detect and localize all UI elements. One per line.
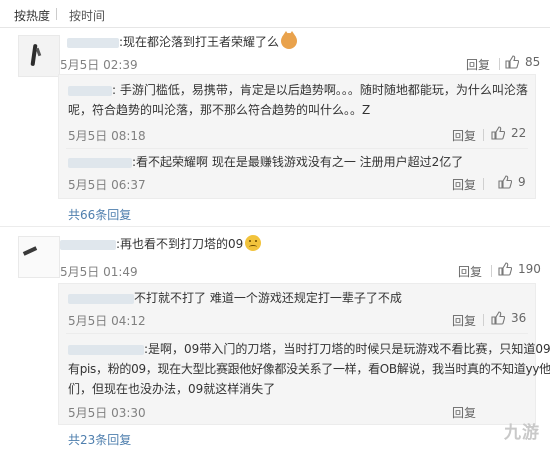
comment-time: 5月5日 02:39 (60, 58, 138, 72)
username[interactable] (68, 293, 134, 304)
cat-emoji-icon (281, 31, 298, 49)
sad-face-emoji-icon (245, 235, 262, 251)
divider (66, 148, 528, 149)
like-button[interactable]: 85 (505, 55, 540, 69)
sort-by-hot-tab[interactable]: 按热度 (14, 7, 50, 24)
reply-text: 不打就不打了 难道一个游戏还规定打一辈子了不成 (68, 289, 402, 307)
thumbs-up-icon (505, 55, 519, 69)
like-button[interactable]: 190 (498, 262, 541, 276)
avatar[interactable] (18, 35, 60, 77)
separator (491, 265, 492, 277)
comment-text: :再也看不到打刀塔的09 (60, 235, 262, 253)
like-count: 9 (518, 175, 526, 189)
reply-button[interactable]: 回复 (466, 56, 490, 73)
reply-text: : 手游门槛低，易携带，肯定是以后趋势啊。。。随时随地都能玩，为什么叫沦落 呢，… (68, 83, 528, 117)
sort-by-time-tab[interactable]: 按时间 (69, 7, 105, 24)
separator (483, 314, 484, 326)
reply-time: 5月5日 04:12 (68, 314, 146, 328)
separator (483, 178, 484, 190)
reply-time: 5月5日 08:18 (68, 129, 146, 143)
divider (66, 333, 528, 334)
sort-bar: 按热度 按时间 (0, 0, 550, 28)
sort-divider (56, 8, 57, 20)
comment-text: :现在都沦落到打王者荣耀了么 (67, 31, 298, 51)
reply-button[interactable]: 回复 (452, 312, 476, 329)
thumbs-up-icon (498, 262, 512, 276)
username[interactable] (68, 157, 132, 168)
more-replies-link[interactable]: 共66条回复 (68, 206, 131, 223)
like-count: 190 (518, 262, 541, 276)
username[interactable] (68, 85, 112, 96)
username[interactable] (68, 344, 144, 355)
like-button[interactable]: 36 (491, 311, 526, 325)
more-replies-link[interactable]: 共23条回复 (68, 431, 131, 448)
reply-button[interactable]: 回复 (452, 176, 476, 193)
like-count: 85 (525, 55, 541, 69)
separator (499, 58, 500, 70)
avatar[interactable] (18, 236, 60, 278)
like-button[interactable]: 9 (498, 175, 526, 189)
separator (483, 129, 484, 141)
reply-button[interactable]: 回复 (452, 404, 476, 421)
reply-button[interactable]: 回复 (452, 127, 476, 144)
reply-button[interactable]: 回复 (458, 263, 482, 280)
like-count: 36 (511, 311, 527, 325)
like-count: 22 (511, 126, 527, 140)
username[interactable] (60, 239, 116, 250)
comment-time: 5月5日 01:49 (60, 265, 138, 279)
reply-text: :是啊，09带入门的刀塔，当时打刀塔的时候只是玩游戏不看比赛，只知道09还 有p… (68, 342, 550, 396)
reply-time: 5月5日 03:30 (68, 406, 146, 420)
watermark-logo: 九游 (504, 423, 540, 443)
reply-time: 5月5日 06:37 (68, 178, 146, 192)
reply-text: :看不起荣耀啊 现在是最赚钱游戏没有之一 注册用户超过2亿了 (68, 153, 463, 171)
like-button[interactable]: 22 (491, 126, 526, 140)
thumbs-up-icon (498, 175, 512, 189)
divider (0, 226, 550, 227)
thumbs-up-icon (491, 126, 505, 140)
username[interactable] (67, 37, 119, 48)
thumbs-up-icon (491, 311, 505, 325)
